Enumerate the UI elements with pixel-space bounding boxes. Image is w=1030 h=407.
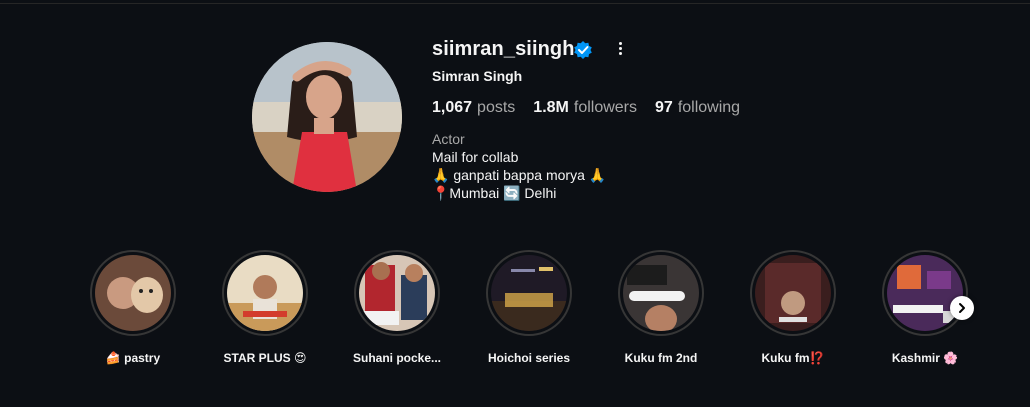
bio-line: 🙏 ganpati bappa morya 🙏	[432, 167, 607, 183]
highlight-item[interactable]: Hoichoi series	[484, 250, 574, 365]
bio-line: 📍Mumbai 🔄 Delhi	[432, 185, 557, 201]
highlight-item[interactable]: 🍰 pastry	[88, 250, 178, 365]
highlight-ring	[486, 250, 572, 336]
highlight-label: Kuku fm 2nd	[624, 351, 698, 365]
following-label: following	[677, 99, 741, 116]
highlight-cover	[491, 255, 567, 331]
highlight-label: Kuku fm⁉️	[761, 351, 825, 365]
username: siimran_siingh	[432, 38, 575, 60]
followers-count: 1.8M	[533, 99, 569, 116]
posts-stat: 1,067 posts	[432, 99, 515, 117]
highlight-item[interactable]: Kuku fm 2nd	[616, 250, 706, 365]
full-name: Simran Singh	[432, 68, 523, 84]
highlight-ring	[618, 250, 704, 336]
highlight-ring	[882, 250, 968, 336]
highlight-ring	[354, 250, 440, 336]
highlight-cover	[227, 255, 303, 331]
highlight-cover	[95, 255, 171, 331]
verified-badge-icon	[574, 41, 592, 59]
more-options-icon[interactable]	[612, 38, 628, 58]
top-divider	[0, 0, 1030, 4]
highlight-label: Kashmir 🌸	[891, 351, 959, 365]
profile-page: siimran_siingh Simran Singh 1,067 posts 1…	[0, 0, 1030, 407]
bio: Actor Mail for collab 🙏 ganpati bappa mo…	[432, 130, 606, 202]
highlight-ring	[750, 250, 836, 336]
highlight-cover	[887, 255, 963, 331]
following-count: 97	[655, 99, 673, 116]
followers-stat[interactable]: 1.8M followers	[533, 99, 637, 117]
followers-label: followers	[573, 99, 638, 116]
highlight-item[interactable]: Kuku fm⁉️	[748, 250, 838, 365]
highlight-label: 🍰 pastry	[105, 351, 161, 365]
highlight-cover	[623, 255, 699, 331]
avatar-image	[252, 42, 402, 192]
profile-avatar[interactable]	[252, 42, 402, 192]
highlight-cover	[755, 255, 831, 331]
bio-line: Mail for collab	[432, 149, 519, 165]
highlight-item[interactable]: STAR PLUS 😍	[220, 250, 310, 365]
posts-count: 1,067	[432, 99, 473, 116]
profile-stats: 1,067 posts 1.8M followers 97 following	[432, 99, 740, 117]
highlight-ring	[90, 250, 176, 336]
highlight-ring	[222, 250, 308, 336]
following-stat[interactable]: 97 following	[655, 99, 740, 117]
highlight-cover	[359, 255, 435, 331]
category-label: Actor	[432, 131, 465, 147]
chevron-right-icon[interactable]	[950, 296, 974, 320]
posts-label: posts	[477, 99, 516, 116]
highlight-item[interactable]: Suhani pocke...	[352, 250, 442, 365]
highlight-label: STAR PLUS 😍	[223, 351, 307, 365]
highlight-label: Suhani pocke...	[352, 351, 442, 365]
highlight-label: Hoichoi series	[487, 351, 571, 365]
